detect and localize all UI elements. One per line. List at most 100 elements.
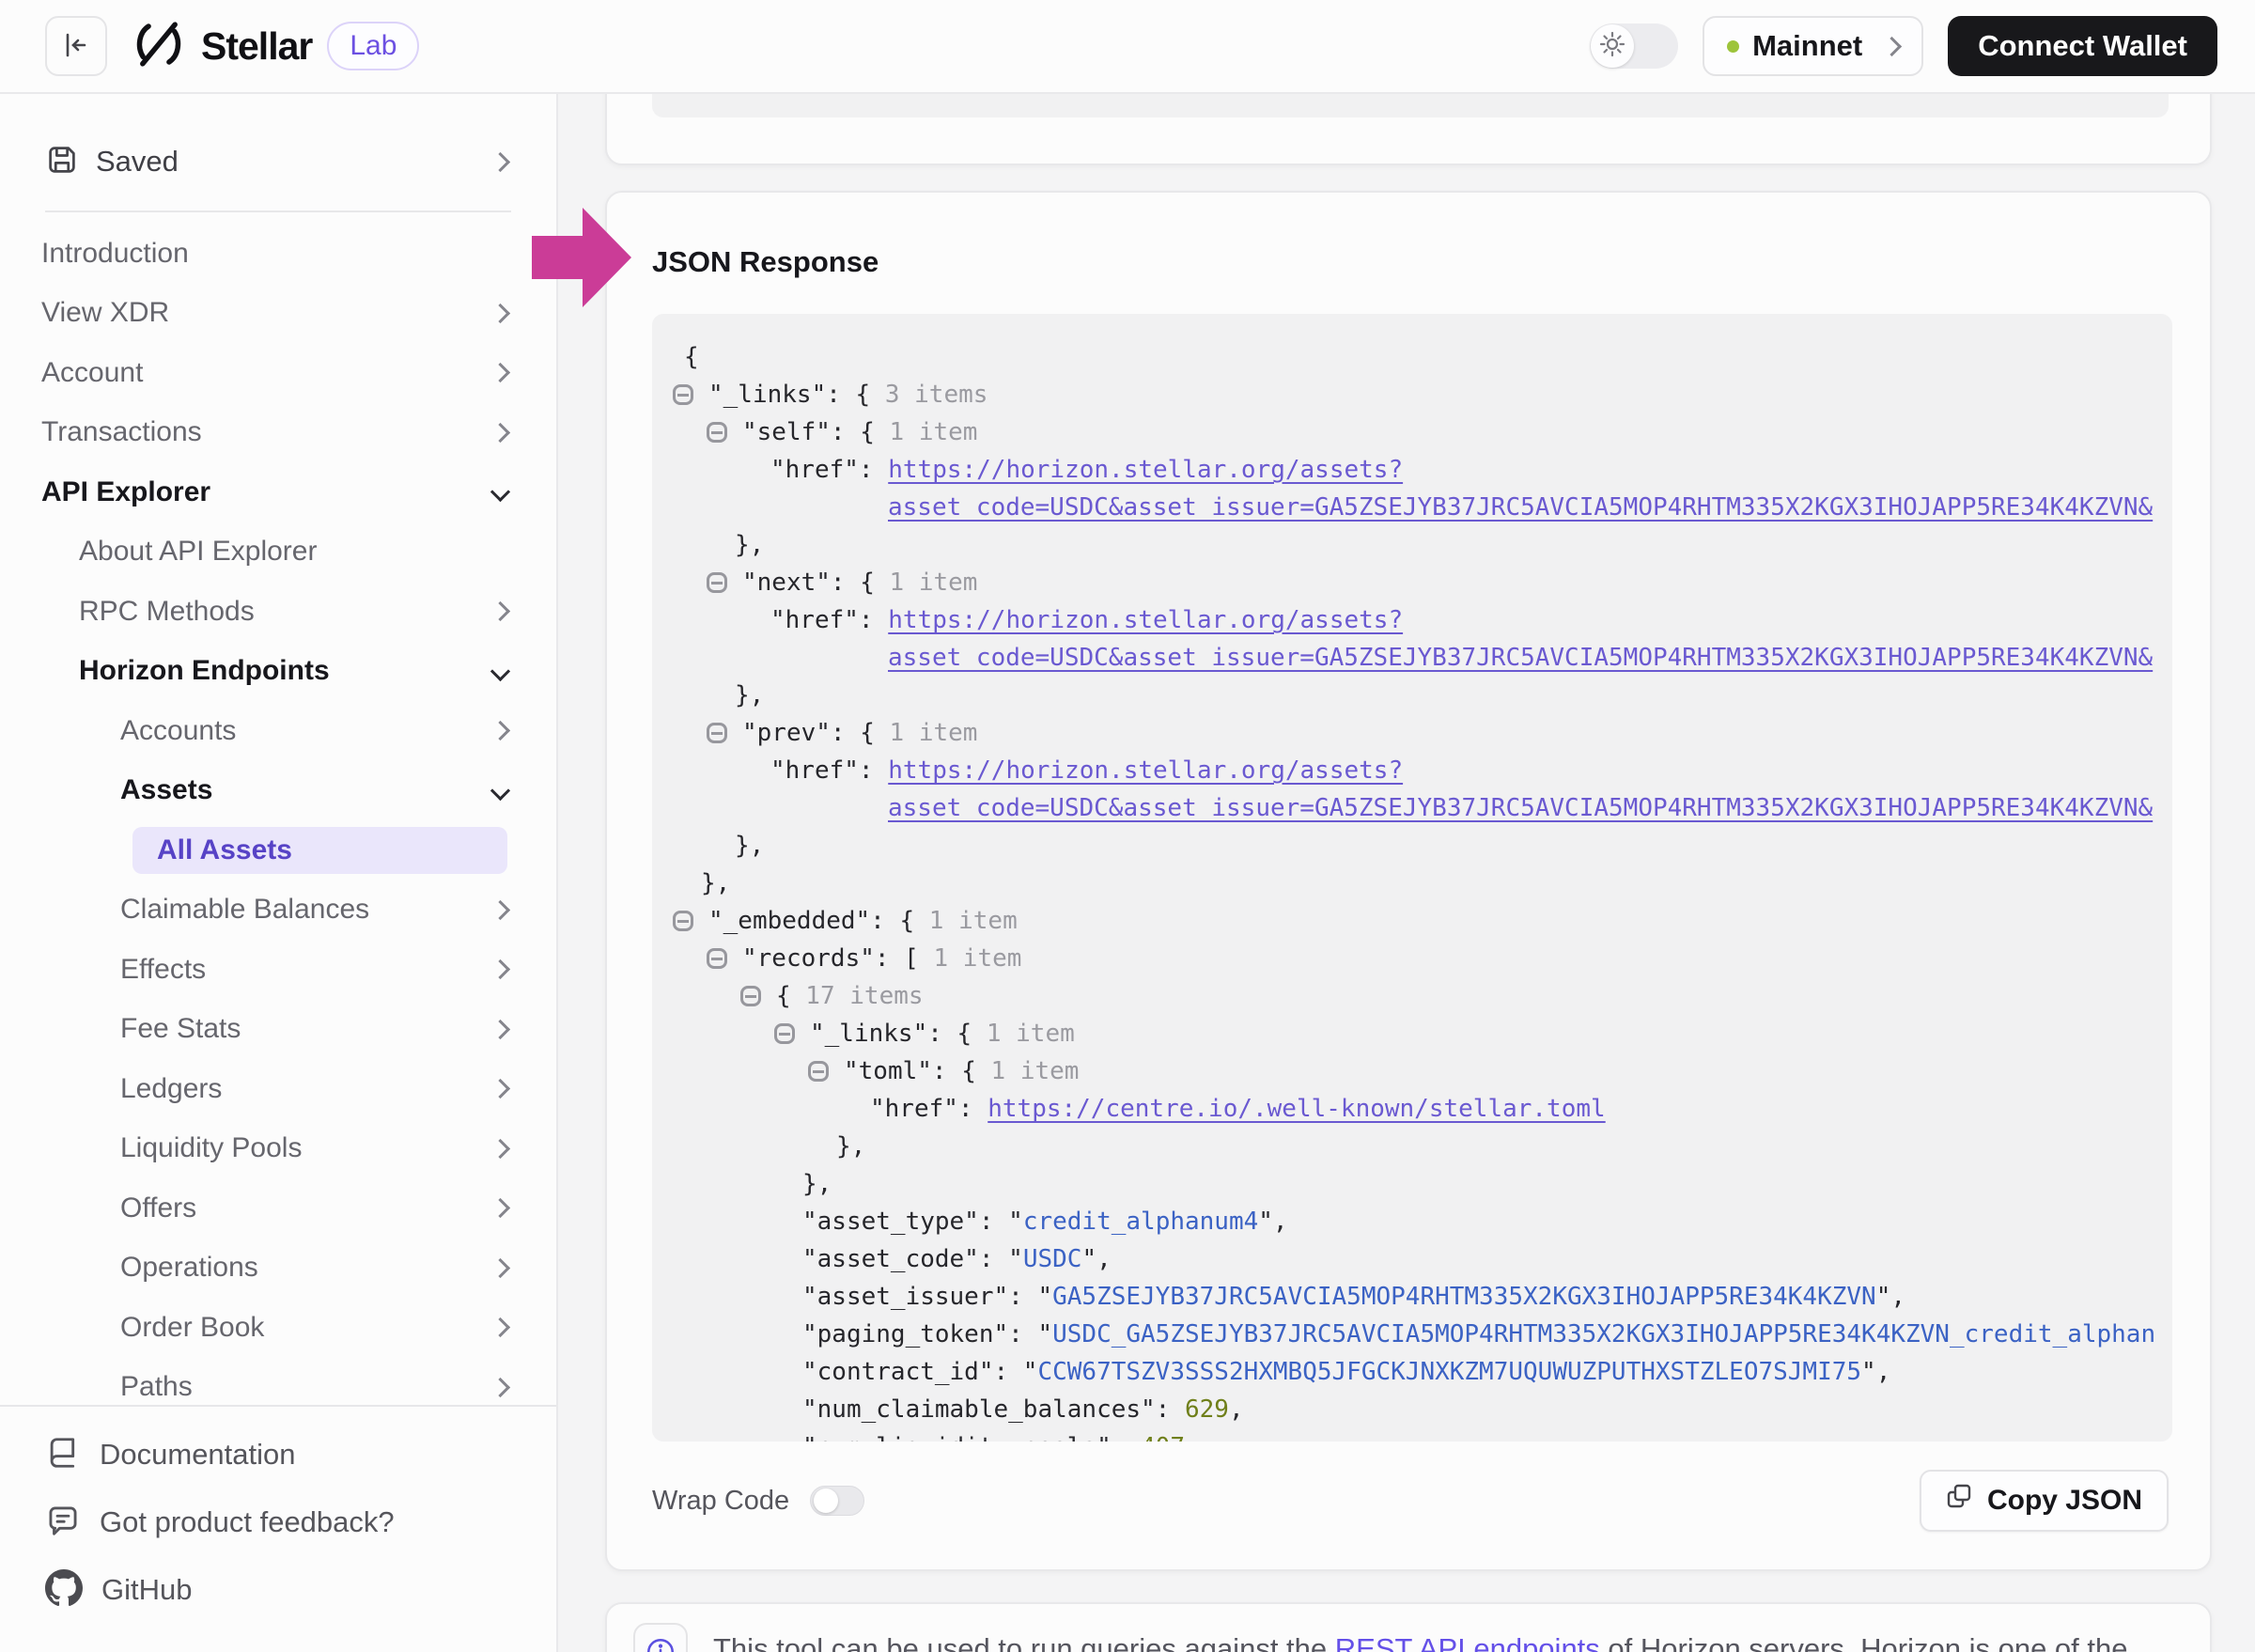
sidebar-item-saved[interactable]: Saved [0,132,556,192]
sidebar-item-claimable-balances[interactable]: Claimable Balances [0,881,556,941]
collapse-node-icon[interactable] [808,1061,829,1082]
json-href-link[interactable]: https://horizon.stellar.org/assets? [888,756,1403,785]
sidebar-item-fee-stats[interactable]: Fee Stats [0,1000,556,1060]
chevron-down-icon [490,781,510,801]
json-token: "self": { [742,418,875,446]
sidebar-footer: Documentation Got product feedback? [0,1405,556,1652]
light-mode-knob [1591,24,1634,68]
sidebar-item-rpc-methods[interactable]: RPC Methods [0,582,556,642]
brand[interactable]: Stellar Lab [132,17,419,76]
collapse-node-icon[interactable] [707,723,727,743]
collapse-node-icon[interactable] [774,1023,795,1044]
json-token: "href": [870,1095,988,1123]
json-code-line: "href": https://centre.io/.well-known/st… [673,1090,2172,1128]
json-code-line: "asset_code": "USDC", [673,1240,2172,1278]
sun-icon [1599,31,1625,62]
sidebar-item-account[interactable]: Account [0,343,556,403]
json-href-link[interactable]: asset_code=USDC&asset_issuer=GA5ZSEJYB37… [888,794,2153,822]
json-code-line: }, [673,526,2172,564]
sidebar-nav: IntroductionView XDR Account Transactions A… [0,224,556,1405]
sidebar: Saved IntroductionView XDR Account Transac… [0,94,558,1652]
chevron-right-icon [490,1198,510,1218]
sidebar-item-introduction[interactable]: Introduction [0,224,556,284]
json-token: "href": [770,606,888,634]
json-href-link[interactable]: https://centre.io/.well-known/stellar.to… [988,1095,1605,1123]
json-href-link[interactable]: https://horizon.stellar.org/assets? [888,606,1403,634]
sidebar-item-liquidity-pools[interactable]: Liquidity Pools [0,1119,556,1179]
sidebar-item-api-explorer[interactable]: API Explorer [0,462,556,522]
toggle-knob [814,1488,838,1513]
sidebar-item-operations[interactable]: Operations [0,1239,556,1299]
sidebar-item-offers[interactable]: Offers [0,1178,556,1239]
sidebar-item-paths[interactable]: Paths [0,1358,556,1406]
collapse-node-icon[interactable] [707,422,727,443]
json-token: GA5ZSEJYB37JRC5AVCIA5MOP4RHTM335X2KGX3IH… [1052,1283,1876,1311]
json-href-link[interactable]: asset_code=USDC&asset_issuer=GA5ZSEJYB37… [888,644,2153,672]
json-code-line: "_links": { 3 items [673,376,2172,413]
theme-toggle[interactable] [1590,23,1678,69]
collapse-node-icon[interactable] [673,384,693,405]
sidebar-item-label: Account [41,357,143,389]
sidebar-item-view-xdr[interactable]: View XDR [0,284,556,344]
connect-wallet-button[interactable]: Connect Wallet [1948,16,2217,76]
json-token: 1 item [875,418,978,446]
json-code-line: "_embedded": { 1 item [673,902,2172,940]
json-code-line: "paging_token": "USDC_GA5ZSEJYB37JRC5AVC… [673,1316,2172,1353]
chevron-down-icon [1882,36,1902,55]
json-code-line: "href": https://horizon.stellar.org/asse… [673,752,2172,789]
sidebar-item-about-api-explorer[interactable]: About API Explorer [0,522,556,583]
sidebar-item-transactions[interactable]: Transactions [0,403,556,463]
json-token: , [1185,1433,1200,1442]
json-code-line: "next": { 1 item [673,564,2172,601]
collapse-node-icon[interactable] [740,986,761,1006]
json-token: "records": [ [742,944,919,973]
sidebar-item-documentation[interactable]: Documentation [0,1421,556,1488]
collapse-sidebar-button[interactable] [45,16,107,76]
json-code-line: }, [673,1165,2172,1203]
collapse-node-icon[interactable] [673,911,693,931]
json-code-line: "records": [ 1 item [673,940,2172,977]
sidebar-divider [45,210,511,212]
copy-json-button[interactable]: Copy JSON [1920,1470,2169,1532]
sidebar-item-ledgers[interactable]: Ledgers [0,1059,556,1119]
json-code-line: asset_code=USDC&asset_issuer=GA5ZSEJYB37… [673,789,2172,827]
json-token: 1 item [976,1057,1080,1085]
app-header: Stellar Lab [0,0,2255,94]
sidebar-item-effects[interactable]: Effects [0,940,556,1000]
json-href-link[interactable]: https://horizon.stellar.org/assets? [888,456,1403,484]
json-token: "_links": { [708,381,870,409]
json-token: }, [701,869,730,897]
json-token: 3 items [870,381,988,409]
brand-title: Stellar [201,24,312,69]
json-code-line: }, [673,827,2172,865]
json-token: "paging_token": " [802,1320,1052,1348]
sidebar-item-all-assets[interactable]: All Assets [0,820,556,881]
json-token: }, [735,832,764,860]
sidebar-item-label: Order Book [120,1312,264,1344]
wrap-code-toggle[interactable] [810,1486,864,1516]
json-response-viewer[interactable]: {"_links": { 3 items"self": { 1 item"hre… [652,314,2172,1442]
sidebar-item-label: Got product feedback? [100,1505,395,1539]
sidebar-item-horizon-endpoints[interactable]: Horizon Endpoints [0,642,556,702]
network-select[interactable]: Mainnet [1703,16,1923,76]
sidebar-item-github[interactable]: GitHub [0,1556,556,1624]
json-token: 629 [1185,1395,1229,1424]
collapse-node-icon[interactable] [707,572,727,593]
json-token: "contract_id": " [802,1358,1037,1386]
sidebar-item-accounts[interactable]: Accounts [0,701,556,761]
collapse-node-icon[interactable] [707,948,727,969]
sidebar-item-order-book[interactable]: Order Book [0,1298,556,1358]
sidebar-item-label: Ledgers [120,1073,222,1105]
feedback-bubble-icon [45,1503,81,1543]
sidebar-item-label: API Explorer [41,476,210,508]
json-token: "href": [770,756,888,785]
json-code-line: }, [673,865,2172,902]
json-token: "asset_type": " [802,1208,1023,1236]
sidebar-item-label: Fee Stats [120,1013,241,1045]
json-href-link[interactable]: asset_code=USDC&asset_issuer=GA5ZSEJYB37… [888,493,2153,522]
sidebar-item-assets[interactable]: Assets [0,761,556,821]
rest-api-endpoints-link[interactable]: REST API endpoints [1335,1632,1600,1652]
lab-badge: Lab [327,22,419,70]
chevron-right-icon [490,1079,510,1099]
sidebar-item-feedback[interactable]: Got product feedback? [0,1488,556,1556]
